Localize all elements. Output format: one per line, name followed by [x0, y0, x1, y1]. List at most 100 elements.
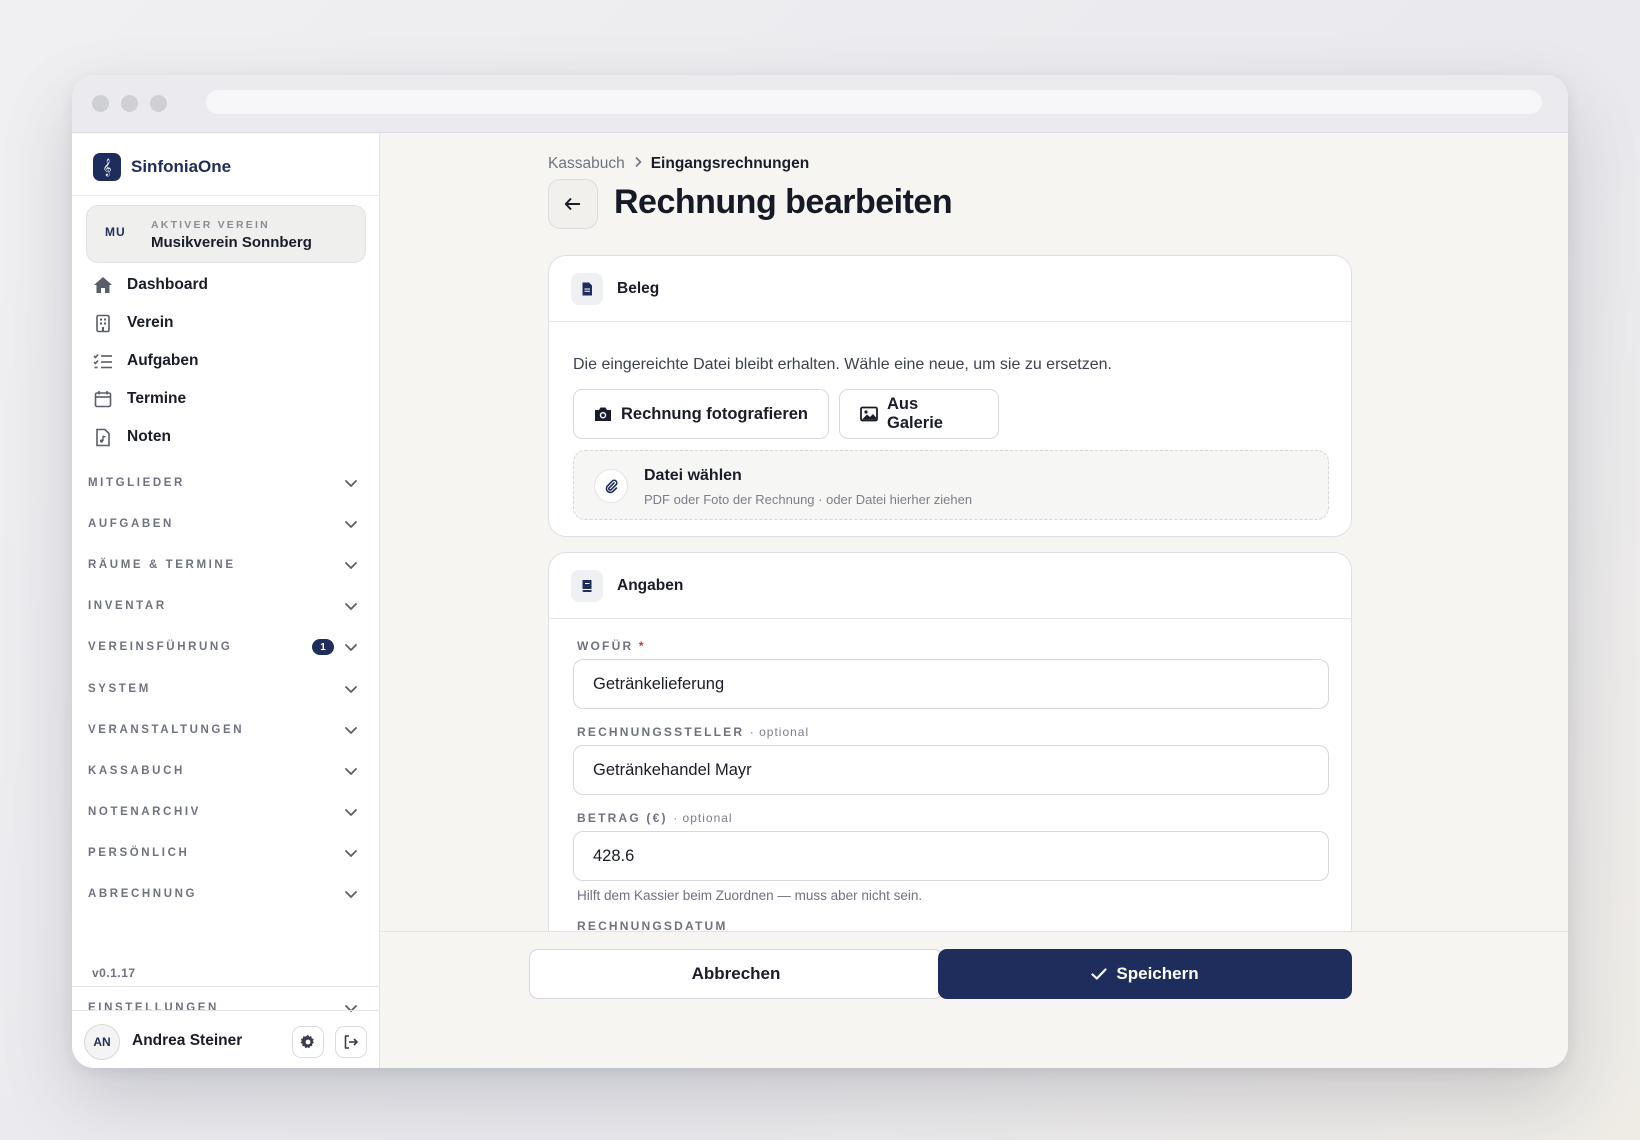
section-label: SYSTEM: [88, 683, 151, 695]
betrag-label-text: BETRAG (€): [577, 811, 668, 825]
section-label: RÄUME & TERMINE: [88, 559, 236, 571]
paperclip-icon: [594, 469, 628, 503]
nav-item-label: Termine: [127, 390, 187, 407]
section-veranstaltungen[interactable]: VERANSTALTUNGEN: [88, 717, 360, 743]
nav-item-termine[interactable]: Termine: [92, 384, 362, 414]
window-close-dot[interactable]: [92, 95, 109, 112]
address-bar[interactable]: [206, 90, 1542, 114]
section-label: KASSABUCH: [88, 765, 185, 777]
section-system[interactable]: SYSTEM: [88, 676, 360, 702]
section-einstellungen[interactable]: EINSTELLUNGEN: [88, 995, 360, 1021]
beleg-hint: Die eingereichte Datei bleibt erhalten. …: [573, 356, 1112, 373]
betrag-label: BETRAG (€) · optional: [577, 811, 733, 825]
section-label: ABRECHNUNG: [88, 888, 198, 900]
app-window: 𝄞 SinfoniaOne MU AKTIVER VEREIN Musikver…: [72, 75, 1568, 1068]
divider: [72, 986, 380, 987]
card-header: Beleg: [549, 256, 1351, 322]
club-avatar: MU: [105, 225, 126, 239]
form-footer: Abbrechen Speichern: [381, 931, 1568, 1068]
take-photo-button[interactable]: Rechnung fotografieren: [573, 389, 829, 439]
gear-icon: [300, 1034, 314, 1049]
section-raeume-termine[interactable]: RÄUME & TERMINE: [88, 552, 360, 578]
section-label: AUFGABEN: [88, 518, 174, 530]
camera-icon: [594, 406, 612, 422]
chevron-down-icon: [345, 727, 357, 734]
beleg-card: Beleg Die eingereichte Datei bleibt erha…: [548, 255, 1352, 537]
chevron-down-icon: [345, 686, 357, 693]
card-title: Angaben: [617, 576, 684, 594]
document-icon: [571, 272, 603, 305]
user-name: Andrea Steiner: [132, 1032, 243, 1049]
section-abrechnung[interactable]: ABRECHNUNG: [88, 881, 360, 907]
logout-button[interactable]: [335, 1026, 367, 1058]
breadcrumb-parent[interactable]: Kassabuch: [548, 155, 625, 173]
nav-item-noten[interactable]: Noten: [92, 422, 362, 452]
section-persoenlich[interactable]: PERSÖNLICH: [88, 840, 360, 866]
file-dropzone[interactable]: Datei wählen PDF oder Foto der Rechnung …: [573, 450, 1329, 520]
section-label: VERANSTALTUNGEN: [88, 724, 245, 736]
dropzone-subtitle: PDF oder Foto der Rechnung · oder Datei …: [644, 492, 973, 507]
section-label: EINSTELLUNGEN: [88, 1002, 219, 1014]
optional-marker: · optional: [673, 811, 733, 825]
betrag-hint: Hilft dem Kassier beim Zuordnen — muss a…: [577, 888, 923, 903]
section-aufgaben[interactable]: AUFGABEN: [88, 511, 360, 537]
betrag-field[interactable]: [573, 831, 1329, 881]
wofuer-field[interactable]: [573, 659, 1329, 709]
nav-item-label: Verein: [127, 314, 174, 331]
nav-item-label: Dashboard: [127, 276, 208, 293]
home-icon: [92, 274, 114, 296]
active-club-switcher[interactable]: MU AKTIVER VEREIN Musikverein Sonnberg: [86, 205, 366, 263]
section-inventar[interactable]: INVENTAR: [88, 593, 360, 619]
section-mitglieder[interactable]: MITGLIEDER: [88, 470, 360, 496]
notification-badge: 1: [312, 639, 334, 655]
rechnungssteller-label: RECHNUNGSSTELLER · optional: [577, 725, 809, 739]
gallery-label: Aus Galerie: [887, 395, 943, 432]
arrow-left-icon: [564, 197, 580, 211]
nav-item-dashboard[interactable]: Dashboard: [92, 270, 362, 300]
card-header: Angaben: [549, 553, 1351, 619]
section-kassabuch[interactable]: KASSABUCH: [88, 758, 360, 784]
treble-clef-icon: 𝄞: [93, 153, 121, 181]
chevron-down-icon: [345, 768, 357, 775]
music-file-icon: [92, 426, 114, 448]
save-button[interactable]: Speichern: [938, 949, 1352, 999]
chevron-down-icon: [345, 480, 357, 487]
club-name: Musikverein Sonnberg: [151, 234, 312, 251]
section-notenarchiv[interactable]: NOTENARCHIV: [88, 799, 360, 825]
cancel-button[interactable]: Abbrechen: [529, 949, 943, 999]
rechnungssteller-field[interactable]: [573, 745, 1329, 795]
chevron-down-icon: [345, 891, 357, 898]
settings-button[interactable]: [292, 1026, 324, 1058]
angaben-card: Angaben WOFÜR * RECHNUNGSSTELLER · optio…: [548, 552, 1352, 952]
divider: [72, 195, 380, 196]
brand[interactable]: 𝄞 SinfoniaOne: [93, 152, 231, 182]
app-version: v0.1.17: [92, 966, 136, 980]
section-vereinsfuehrung[interactable]: VEREINSFÜHRUNG 1: [88, 634, 360, 660]
nav-item-label: Noten: [127, 428, 171, 445]
chevron-down-icon: [345, 603, 357, 610]
window-minimize-dot[interactable]: [121, 95, 138, 112]
wofuer-label-text: WOFÜR: [577, 639, 634, 653]
sidebar: 𝄞 SinfoniaOne MU AKTIVER VEREIN Musikver…: [72, 134, 380, 1068]
card-title: Beleg: [617, 279, 660, 297]
brand-name: SinfoniaOne: [131, 157, 232, 176]
avatar[interactable]: AN: [84, 1024, 120, 1060]
take-photo-label: Rechnung fotografieren: [621, 404, 809, 423]
window-maximize-dot[interactable]: [150, 95, 167, 112]
check-icon: [1091, 968, 1107, 980]
chevron-down-icon: [345, 644, 357, 651]
dropzone-title: Datei wählen: [644, 467, 742, 484]
club-label: AKTIVER VEREIN: [151, 219, 270, 231]
nav-item-aufgaben[interactable]: Aufgaben: [92, 346, 362, 376]
optional-marker: · optional: [749, 725, 810, 739]
gallery-button[interactable]: Aus Galerie: [839, 389, 999, 439]
chevron-down-icon: [345, 850, 357, 857]
title-bar: [72, 75, 1568, 133]
nav-item-verein[interactable]: Verein: [92, 308, 362, 338]
building-icon: [92, 312, 114, 334]
chevron-right-icon: [633, 155, 643, 173]
breadcrumb: Kassabuch Eingangsrechnungen: [548, 155, 809, 173]
logout-icon: [344, 1035, 358, 1049]
checklist-icon: [92, 350, 114, 372]
back-button[interactable]: [548, 179, 598, 229]
